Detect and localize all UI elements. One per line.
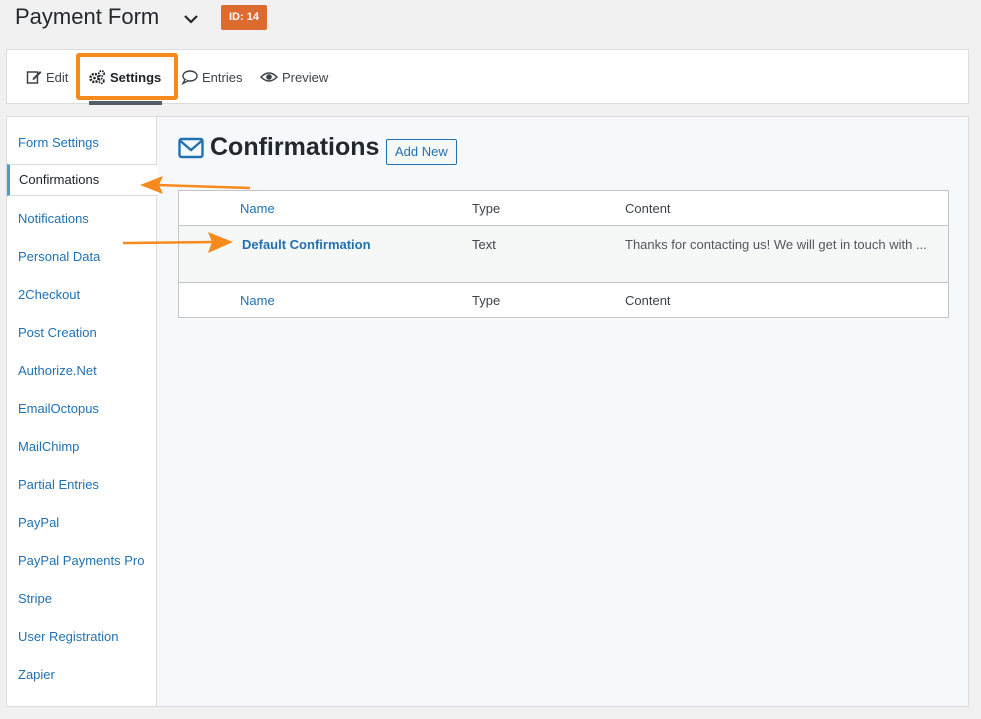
sidebar-item-partial-entries[interactable]: Partial Entries: [7, 469, 157, 501]
table-row: Default Confirmation Text Thanks for con…: [179, 226, 948, 282]
form-id-badge: ID: 14: [221, 5, 267, 30]
sidebar-item-stripe[interactable]: Stripe: [7, 583, 157, 615]
sidebar-item-emailoctopus[interactable]: EmailOctopus: [7, 393, 157, 425]
sidebar-item-form-settings[interactable]: Form Settings: [7, 127, 157, 159]
table-header-row: Name Type Content: [179, 191, 948, 226]
sidebar-item-paypal[interactable]: PayPal: [7, 507, 157, 539]
comment-icon: [181, 70, 198, 85]
settings-panel: Form Settings Confirmations Notification…: [6, 116, 969, 707]
confirmations-table: Name Type Content Default Confirmation T…: [178, 190, 949, 318]
settings-highlight-box: [76, 53, 178, 100]
confirmation-content: Thanks for contacting us! We will get in…: [625, 237, 927, 252]
add-new-button[interactable]: Add New: [386, 139, 457, 165]
tab-edit-label: Edit: [46, 69, 69, 85]
column-header-name[interactable]: Name: [240, 201, 275, 216]
sidebar-item-mailchimp[interactable]: MailChimp: [7, 431, 157, 463]
column-footer-name[interactable]: Name: [240, 293, 275, 308]
confirmation-type: Text: [472, 237, 496, 252]
edit-icon: [26, 71, 42, 84]
sidebar-item-zapier[interactable]: Zapier: [7, 659, 157, 691]
active-tab-indicator: [89, 101, 162, 105]
column-footer-type: Type: [472, 293, 501, 308]
page-title-text: Confirmations: [210, 133, 380, 161]
column-header-content: Content: [625, 201, 671, 216]
sidebar-item-user-registration[interactable]: User Registration: [7, 621, 157, 653]
arrow-to-confirmations: [140, 176, 251, 194]
sidebar-item-2checkout[interactable]: 2Checkout: [7, 279, 157, 311]
table-footer-row: Name Type Content: [179, 282, 948, 317]
settings-sidebar: Form Settings Confirmations Notification…: [7, 117, 158, 706]
page-title: Confirmations: [178, 133, 379, 162]
form-title: Payment Form: [15, 4, 160, 29]
sidebar-item-authorize-net[interactable]: Authorize.Net: [7, 355, 157, 387]
chevron-down-icon[interactable]: [182, 10, 200, 28]
tab-preview-label: Preview: [282, 69, 329, 85]
arrow-to-default-confirmation: [122, 232, 233, 253]
confirmation-name-link[interactable]: Default Confirmation: [242, 237, 371, 252]
tab-edit[interactable]: Edit: [26, 69, 68, 85]
sidebar-item-paypal-payments-pro[interactable]: PayPal Payments Pro: [7, 545, 157, 577]
column-header-type: Type: [472, 201, 501, 216]
column-footer-content: Content: [625, 293, 671, 308]
eye-icon: [260, 72, 278, 82]
tab-entries[interactable]: Entries: [181, 69, 242, 85]
tab-preview[interactable]: Preview: [260, 69, 328, 85]
envelope-icon: [178, 137, 204, 158]
sidebar-item-post-creation[interactable]: Post Creation: [7, 317, 157, 349]
page-header: Payment Form ID: 14: [0, 0, 981, 40]
tab-entries-label: Entries: [202, 69, 243, 85]
